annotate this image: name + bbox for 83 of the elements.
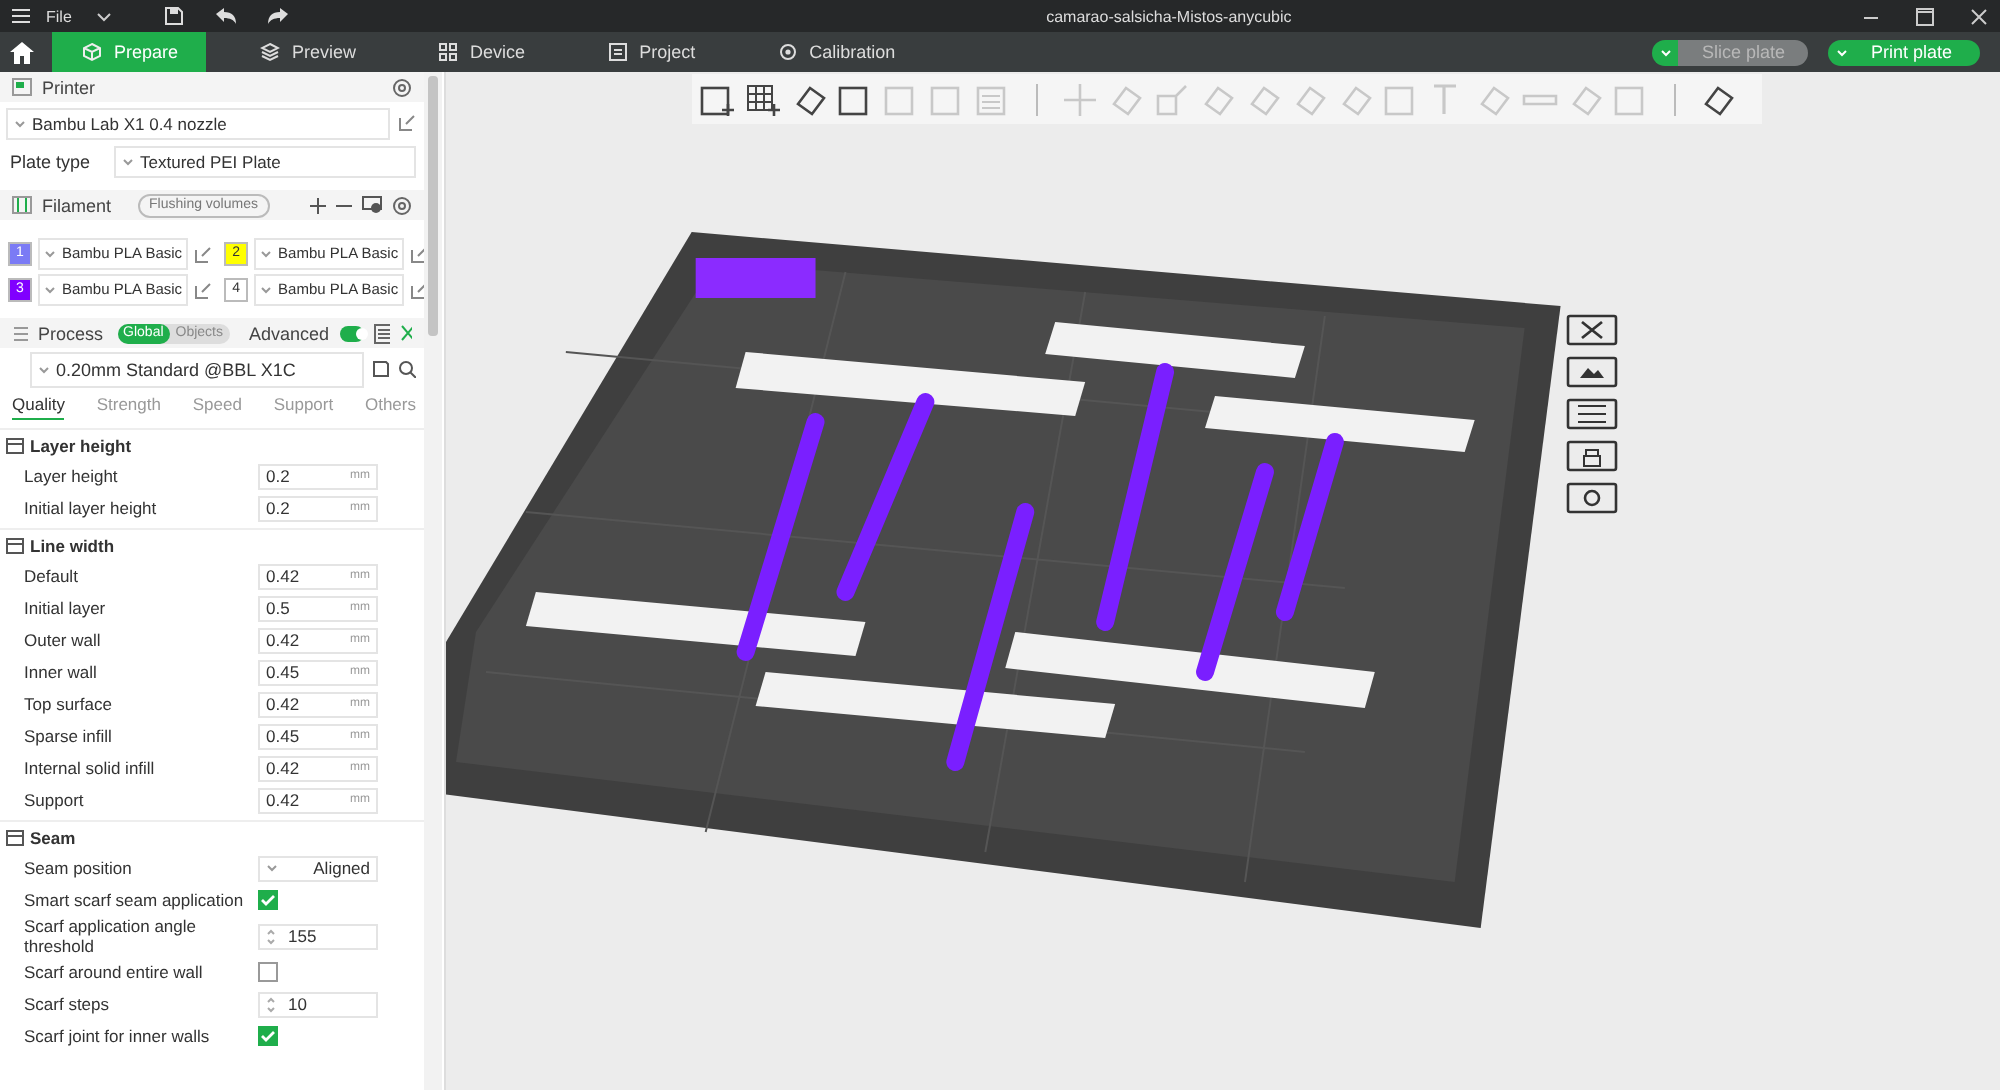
- device-icon: [438, 42, 459, 62]
- checkbox[interactable]: [258, 890, 278, 910]
- dropdown-button[interactable]: [1828, 39, 1855, 65]
- setting-label: Scarf steps: [24, 994, 112, 1014]
- setting-label: Default: [24, 566, 80, 586]
- image-icon[interactable]: [1566, 356, 1618, 388]
- setting-label: Top surface: [24, 694, 114, 714]
- setting-label: Scarf around entire wall: [24, 962, 205, 982]
- spinner-icon: [266, 927, 276, 945]
- file-menu[interactable]: File: [46, 7, 72, 25]
- field-label: Plate type: [8, 151, 93, 171]
- spin-field[interactable]: 10: [258, 991, 378, 1017]
- filament-icon: [12, 196, 32, 214]
- grid-plus-icon[interactable]: [744, 79, 784, 119]
- chevron-icon: [44, 286, 56, 294]
- group-icon: [6, 537, 24, 553]
- printer-dropdown[interactable]: Bambu Lab X1 0.4 nozzle: [6, 107, 390, 139]
- group-title: Seam: [30, 827, 76, 847]
- section-title: Filament: [42, 195, 112, 215]
- edit-icon[interactable]: [194, 281, 213, 299]
- advanced-switch[interactable]: [339, 325, 364, 341]
- calibration-icon: [777, 42, 798, 62]
- search-icon[interactable]: [398, 360, 416, 378]
- undo-icon[interactable]: [215, 8, 236, 24]
- close-icon[interactable]: [1566, 314, 1618, 346]
- redo-icon[interactable]: [267, 8, 288, 24]
- setting-label: Layer height: [24, 466, 120, 486]
- home-icon[interactable]: [10, 41, 34, 63]
- setting-label: Outer wall: [24, 630, 103, 650]
- group-title: Layer height: [30, 435, 132, 455]
- setting-label: Scarf application angle threshold: [24, 916, 199, 956]
- chevron-icon: [260, 286, 273, 294]
- tab[interactable]: Calibration: [747, 32, 924, 72]
- chevron-icon: [44, 250, 56, 258]
- tab[interactable]: Preview: [230, 32, 385, 72]
- checkbox[interactable]: [258, 1026, 278, 1046]
- section-title: Process: [38, 323, 104, 343]
- dropdown-button[interactable]: [1651, 39, 1678, 65]
- setting-label: Support: [24, 790, 86, 810]
- printer-icon: [12, 78, 32, 96]
- tab[interactable]: Project: [577, 32, 724, 72]
- setting-label: Internal solid infill: [24, 758, 157, 778]
- edit-icon[interactable]: [398, 114, 416, 132]
- setting-label: Smart scarf seam application: [24, 890, 246, 910]
- chevron-icon: [122, 157, 134, 165]
- section-title: Printer: [42, 77, 96, 97]
- process-preset-dropdown[interactable]: 0.20mm Standard @BBL X1C: [30, 351, 364, 387]
- plus-icon[interactable]: [310, 197, 326, 213]
- chevron-icon: [260, 250, 273, 258]
- chevron-icon: [38, 365, 50, 373]
- edit-icon[interactable]: [194, 245, 213, 263]
- maximize-icon[interactable]: [1916, 7, 1934, 25]
- edit-icon[interactable]: [410, 245, 424, 263]
- group-icon: [6, 829, 24, 845]
- setting-label: Initial layer height: [24, 498, 159, 518]
- spin-field[interactable]: 155: [258, 923, 378, 949]
- scrollbar[interactable]: [424, 72, 442, 1090]
- group-icon: [6, 437, 24, 453]
- advanced-label: Advanced: [249, 323, 330, 343]
- save-icon[interactable]: [372, 360, 390, 378]
- setting-label: Initial layer: [24, 598, 108, 618]
- spinner-icon: [266, 995, 276, 1013]
- layers-icon: [260, 42, 281, 62]
- lock-icon[interactable]: [1566, 440, 1618, 472]
- plate-type-dropdown[interactable]: Textured PEI Plate: [114, 145, 416, 177]
- window-title: camarao-salsicha-Mistos-anycubic: [1044, 7, 1294, 25]
- setting-label: Seam position: [24, 858, 134, 878]
- list-icon[interactable]: [373, 323, 390, 343]
- project-icon: [607, 42, 628, 62]
- edit-icon[interactable]: [410, 281, 424, 299]
- setting-label: Inner wall: [24, 662, 99, 682]
- group-title: Line width: [30, 535, 115, 555]
- setting-label: Scarf joint for inner walls: [24, 1026, 212, 1046]
- caret-icon[interactable]: [95, 11, 112, 21]
- settings-tab[interactable]: Quality: [12, 394, 65, 420]
- checkbox[interactable]: [258, 962, 278, 982]
- setting-label: Sparse infill: [24, 726, 114, 746]
- select-field[interactable]: Aligned: [258, 855, 378, 881]
- chevron-icon: [266, 864, 278, 872]
- process-icon: [12, 324, 29, 342]
- menu-icon[interactable]: [12, 8, 30, 24]
- chevron-icon: [14, 119, 26, 127]
- tab[interactable]: Device: [408, 32, 554, 72]
